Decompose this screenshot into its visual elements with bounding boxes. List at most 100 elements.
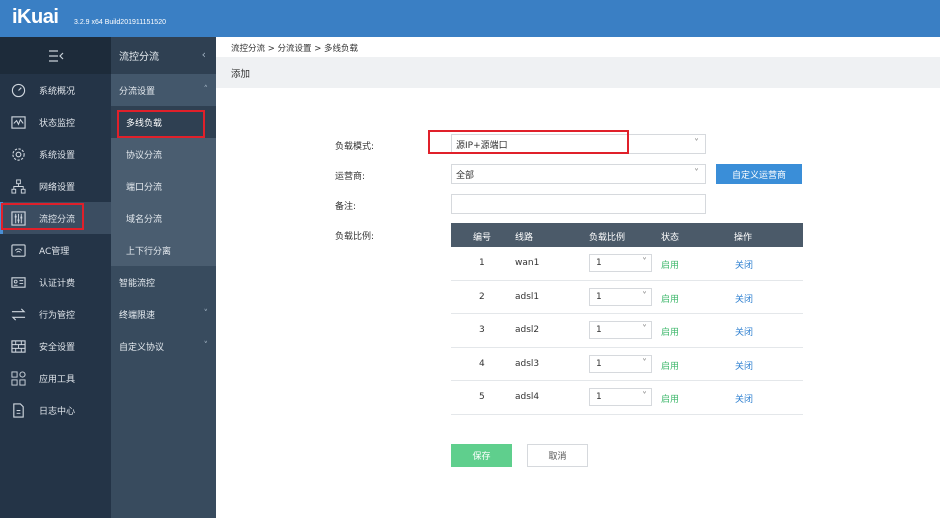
disable-link[interactable]: 关闭	[735, 392, 753, 405]
id-card-icon	[10, 274, 26, 290]
chevron-down-icon: ˅	[642, 357, 647, 369]
ratio-select[interactable]: 1 ˅	[589, 388, 652, 406]
ratio-select[interactable]: 1 ˅	[589, 354, 652, 373]
load-mode-select[interactable]: 源IP+源端口 ˅	[451, 134, 706, 154]
status-text: 启用	[661, 294, 680, 305]
secondary-sidebar: 流控分流 ‹ 分流设置 ˄ 多线负载 协议分流 端口分流 域名分流 上下行分离 …	[111, 37, 216, 518]
row-line: adsl2	[515, 325, 540, 335]
sidebar-item-monitor[interactable]: 状态监控	[0, 106, 111, 138]
chevron-left-icon[interactable]: ‹	[202, 48, 206, 61]
submenu-item-up-down-split[interactable]: 上下行分离	[111, 234, 216, 266]
save-button[interactable]: 保存	[451, 444, 512, 467]
ratio-value: 1	[596, 325, 602, 335]
primary-sidebar: 系统概况 状态监控 系统设置 网络设置 流控分流 AC管理 认证计费 行为管控 …	[0, 37, 111, 518]
submenu-item-multiline-load[interactable]: 多线负载	[111, 106, 216, 138]
table-row: 4 adsl3 1 ˅ 启用 关闭	[451, 348, 803, 381]
sidebar-item-label: 行为管控	[39, 310, 76, 321]
submenu-item-label: 多线负载	[126, 118, 163, 129]
chevron-up-icon: ˄	[203, 85, 209, 95]
sidebar-item-label: 系统概况	[39, 86, 76, 97]
sidebar-item-system-settings[interactable]: 系统设置	[0, 138, 111, 170]
top-bar: iKuai 3.2.9 x64 Build201911151520	[0, 0, 940, 37]
app-grid-icon	[10, 370, 26, 386]
chevron-down-icon: ˅	[642, 257, 647, 268]
ratio-select[interactable]: 1 ˅	[589, 321, 652, 339]
submenu-item-port-shunt[interactable]: 端口分流	[111, 170, 216, 202]
page-title-bar: 添加	[216, 57, 940, 88]
row-line: adsl1	[515, 291, 540, 302]
submenu-group-shunt-settings[interactable]: 分流设置 ˄	[111, 74, 216, 106]
breadcrumb: 流控分流 > 分流设置 > 多线负载	[231, 44, 359, 54]
note-input[interactable]	[451, 194, 706, 214]
collapse-menu-button[interactable]	[0, 37, 111, 74]
ratio-select[interactable]: 1 ˅	[589, 287, 652, 306]
status-text: 启用	[661, 395, 680, 405]
monitor-pulse-icon	[10, 114, 26, 130]
page-title: 添加	[231, 68, 251, 80]
submenu-title-text: 流控分流	[119, 52, 159, 63]
submenu-group-label: 智能流控	[119, 278, 156, 289]
submenu-group-terminal-limit[interactable]: 终端限速 ˅	[111, 298, 216, 330]
row-line: adsl3	[515, 358, 540, 369]
ratio-value: 1	[596, 358, 602, 369]
sidebar-item-overview[interactable]: 系统概况	[0, 74, 111, 106]
row-id: 5	[479, 392, 485, 402]
column-header: 状态	[661, 233, 680, 243]
version-text: 3.2.9 x64 Build201911151520	[74, 19, 166, 26]
disable-link[interactable]: 关闭	[735, 258, 753, 271]
column-header: 编号	[473, 233, 492, 243]
disable-link[interactable]: 关闭	[735, 325, 753, 338]
sidebar-item-label: 认证计费	[39, 278, 76, 289]
cancel-button[interactable]: 取消	[527, 444, 588, 467]
sidebar-item-security-settings[interactable]: 安全设置	[0, 330, 111, 362]
sidebar-item-app-tools[interactable]: 应用工具	[0, 362, 111, 394]
submenu-item-label: 域名分流	[126, 214, 163, 225]
column-header: 线路	[515, 233, 534, 243]
sidebar-item-flow-control[interactable]: 流控分流	[0, 202, 111, 234]
sidebar-item-label: 系统设置	[39, 150, 76, 161]
ikuai-logo: iKuai	[12, 6, 59, 28]
ratio-value: 1	[596, 392, 602, 402]
sidebar-item-label: 日志中心	[39, 406, 76, 417]
chevron-down-icon: ˅	[694, 138, 699, 149]
dashboard-icon	[10, 82, 26, 98]
submenu-item-protocol-shunt[interactable]: 协议分流	[111, 138, 216, 170]
disable-link[interactable]: 关闭	[735, 292, 753, 305]
table-row: 2 adsl1 1 ˅ 启用 关闭	[451, 281, 803, 314]
chevron-down-icon: ˅	[203, 309, 209, 319]
sidebar-item-network-settings[interactable]: 网络设置	[0, 170, 111, 202]
row-id: 2	[479, 291, 485, 302]
ratio-select[interactable]: 1 ˅	[589, 254, 652, 272]
submenu-group-custom-protocol[interactable]: 自定义协议 ˅	[111, 330, 216, 362]
collapse-menu-icon	[48, 49, 63, 62]
load-mode-value: 源IP+源端口	[456, 140, 508, 151]
submenu-item-domain-shunt[interactable]: 域名分流	[111, 202, 216, 234]
submenu-group-label: 终端限速	[119, 310, 156, 321]
isp-select[interactable]: 全部 ˅	[451, 164, 706, 184]
column-header: 操作	[734, 233, 753, 243]
status-text: 启用	[661, 261, 680, 271]
sidebar-item-log-center[interactable]: 日志中心	[0, 394, 111, 426]
sidebar-item-ac-management[interactable]: AC管理	[0, 234, 111, 266]
table-row: 3 adsl2 1 ˅ 启用 关闭	[451, 314, 803, 348]
sliders-icon	[10, 210, 26, 226]
submenu-item-label: 端口分流	[126, 182, 163, 193]
isp-value: 全部	[456, 170, 475, 181]
table-header: 编号 线路 负载比例 状态 操作	[451, 223, 803, 247]
row-id: 4	[479, 358, 485, 369]
chevron-down-icon: ˅	[694, 168, 699, 179]
disable-link[interactable]: 关闭	[735, 359, 753, 372]
arrows-swap-icon	[10, 306, 26, 322]
sidebar-item-auth-billing[interactable]: 认证计费	[0, 266, 111, 298]
ratio-value: 1	[596, 258, 602, 268]
custom-isp-button[interactable]: 自定义运营商	[716, 164, 802, 184]
network-tree-icon	[10, 178, 26, 194]
row-id: 1	[479, 258, 485, 268]
sidebar-item-behavior-control[interactable]: 行为管控	[0, 298, 111, 330]
sidebar-item-label: 网络设置	[39, 182, 76, 193]
load-mode-label: 负载模式:	[335, 142, 375, 152]
row-id: 3	[479, 325, 485, 335]
submenu-group-label: 分流设置	[119, 86, 156, 97]
submenu-group-smart-flow[interactable]: 智能流控	[111, 266, 216, 298]
chevron-down-icon: ˅	[203, 341, 209, 351]
